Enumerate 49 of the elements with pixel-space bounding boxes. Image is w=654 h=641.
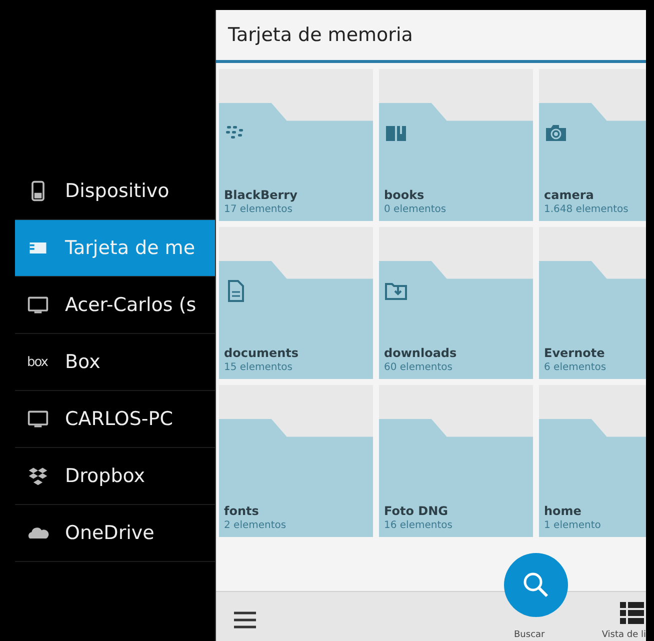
sidebar-label: CARLOS-PC (65, 408, 173, 430)
sidebar-item[interactable]: CARLOS-PC (15, 391, 215, 448)
sidebar-item[interactable]: Acer-Carlos (s (15, 277, 215, 334)
sidebar-label: Dropbox (65, 465, 146, 487)
sidebar-label: Dispositivo (65, 180, 170, 202)
folder-tile[interactable]: fonts 2 elementos (219, 419, 373, 537)
folder-name: home (544, 504, 582, 518)
folder-name: documents (224, 346, 300, 360)
item-count: 1 elemento (544, 520, 602, 531)
folder-name: Foto DNG (384, 504, 449, 518)
sidebar-item[interactable]: box Box (15, 334, 215, 391)
dropbox-icon (27, 465, 49, 487)
list-view-icon[interactable] (620, 601, 644, 625)
monitor-icon (27, 408, 49, 430)
sidebar-item[interactable]: Dropbox (15, 448, 215, 505)
item-count: 17 elementos (224, 204, 294, 215)
view-label: Vista de li (602, 630, 646, 640)
folder-name: BlackBerry (224, 188, 298, 202)
menu-icon[interactable] (234, 611, 256, 629)
sidebar-label: Acer-Carlos (s (65, 294, 196, 316)
folder-name: books (384, 188, 426, 202)
folder-name: fonts (224, 504, 260, 518)
sidebar-label: OneDrive (65, 522, 154, 544)
folder-tile[interactable]: Foto DNG 16 elementos (379, 419, 533, 537)
item-count: 6 elementos (544, 362, 608, 373)
item-count: 1.648 elementos (544, 204, 630, 215)
page-title: Tarjeta de memoria (228, 24, 413, 46)
folder-name: camera (544, 188, 595, 202)
folder-tile[interactable]: downloads 60 elementos (379, 261, 533, 379)
item-count: 16 elementos (384, 520, 454, 531)
sidebar-item[interactable]: OneDrive (15, 505, 215, 562)
item-count: 60 elementos (384, 362, 454, 373)
folder-name: Evernote (544, 346, 606, 360)
folder-tile[interactable]: Evernote 6 elementos (539, 261, 646, 379)
search-icon (521, 570, 551, 600)
folder-tile[interactable]: books 0 elementos (379, 103, 533, 221)
folder-name: downloads (384, 346, 458, 360)
box-logo: box (27, 354, 49, 370)
folder-tile[interactable]: home 1 elemento (539, 419, 646, 537)
item-count: 2 elementos (224, 520, 288, 531)
folder-tile[interactable]: BlackBerry 17 elementos (219, 103, 373, 221)
item-count: 0 elementos (384, 204, 448, 215)
monitor-icon (27, 294, 49, 316)
item-count: 15 elementos (224, 362, 294, 373)
sidebar-label: Tarjeta de me (65, 237, 196, 259)
folder-tile[interactable]: documents 15 elementos (219, 261, 373, 379)
search-label: Buscar (514, 630, 545, 640)
sidebar-label: Box (65, 351, 100, 373)
folder-tile[interactable]: camera 1.648 elementos (539, 103, 646, 221)
